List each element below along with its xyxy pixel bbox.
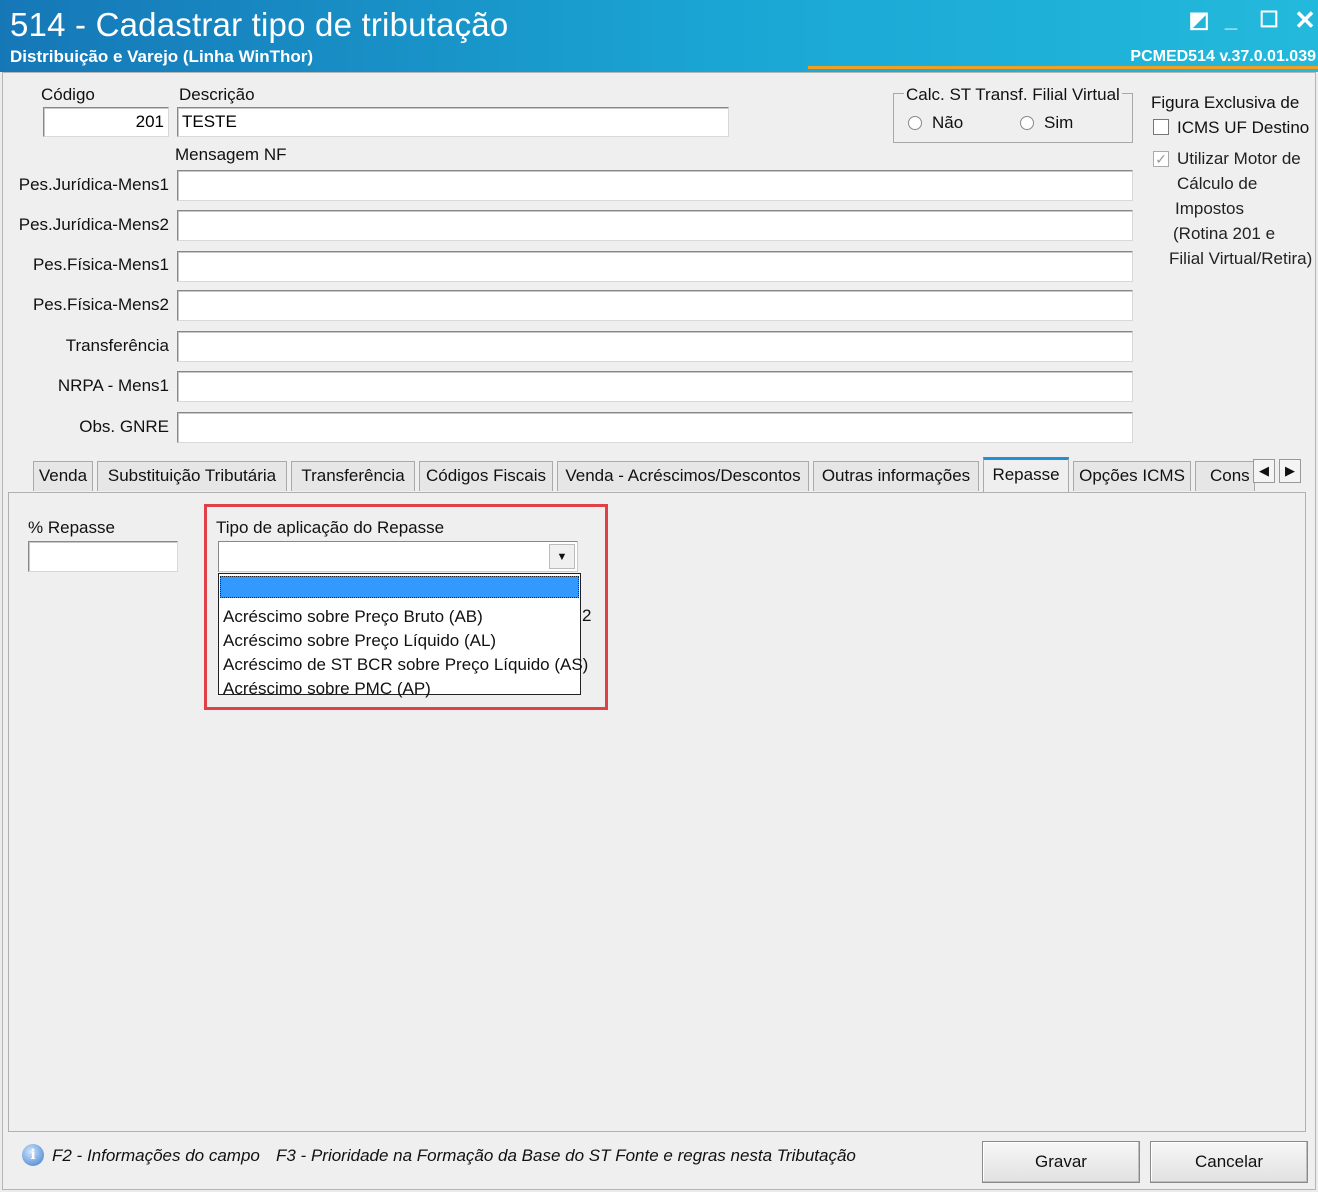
radio-nao[interactable]: [908, 116, 922, 130]
tab-outras-informacoes[interactable]: Outras informações: [813, 461, 979, 491]
motor-line-4: (Rotina 201 e: [1173, 224, 1276, 243]
dropdown-option-ab[interactable]: Acréscimo sobre Preço Bruto (AB): [219, 605, 580, 629]
minimize-icon[interactable]: _: [1216, 6, 1246, 34]
maximize-icon[interactable]: ☐: [1254, 6, 1284, 34]
motor-line-5: Filial Virtual/Retira): [1169, 249, 1313, 268]
pj-mens1-input[interactable]: [177, 170, 1133, 201]
msg-label-4: Pes.Física-Mens2: [32, 295, 169, 314]
figura-title: Figura Exclusiva de: [1151, 93, 1300, 112]
tipo-repasse-select[interactable]: ▼: [218, 541, 578, 572]
window-title: 514 - Cadastrar tipo de tributação: [10, 6, 509, 43]
info-icon: i: [22, 1144, 44, 1166]
msg-label-7: Obs. GNRE: [79, 417, 169, 436]
dropdown-option-as[interactable]: Acréscimo de ST BCR sobre Preço Líquido …: [219, 653, 588, 677]
accent-line: [808, 66, 1318, 69]
nrpa-mens1-input[interactable]: [177, 371, 1133, 402]
transferencia-input[interactable]: [177, 331, 1133, 362]
msg-label-6: NRPA - Mens1: [57, 376, 169, 395]
tipo-repasse-label: Tipo de aplicação do Repasse: [216, 518, 445, 537]
calc-st-legend: Calc. ST Transf. Filial Virtual: [904, 85, 1122, 105]
icms-uf-destino-checkbox[interactable]: [1153, 119, 1169, 135]
msg-label-5: Transferência: [65, 336, 169, 355]
obs-gnre-input[interactable]: [177, 412, 1133, 443]
motor-line-3: Impostos: [1175, 199, 1244, 218]
tab-scroll-right-icon[interactable]: ▶: [1279, 459, 1301, 483]
pct-repasse-label: % Repasse: [28, 518, 115, 537]
motor-line-2: Cálculo de: [1177, 174, 1258, 193]
msg-label-1: Pes.Jurídica-Mens1: [18, 175, 169, 194]
msg-label-2: Pes.Jurídica-Mens2: [18, 215, 169, 234]
pf-mens2-input[interactable]: [177, 290, 1133, 321]
tipo-repasse-dropdown: Acréscimo sobre Preço Bruto (AB) Acrésci…: [218, 573, 588, 698]
dropdown-option-ap[interactable]: Acréscimo sobre PMC (AP): [219, 677, 580, 701]
f3-hint[interactable]: F3 - Prioridade na Formação da Base do S…: [276, 1146, 856, 1166]
codigo-label: Código: [41, 85, 95, 104]
tab-transferencia[interactable]: Transferência: [291, 461, 415, 491]
chevron-down-icon[interactable]: ▼: [549, 544, 575, 569]
calc-st-group: Calc. ST Transf. Filial Virtual Não Sim: [893, 85, 1133, 143]
motor-calculo-checkbox[interactable]: ✓: [1153, 151, 1169, 167]
radio-sim[interactable]: [1020, 116, 1034, 130]
version-label: PCMED514 v.37.0.01.039: [1130, 48, 1316, 65]
tab-cons[interactable]: Cons: [1195, 461, 1255, 491]
tab-opcoes-icms[interactable]: Opções ICMS: [1073, 461, 1191, 491]
radio-nao-label: Não: [932, 113, 964, 132]
msg-label-3: Pes.Física-Mens1: [32, 255, 169, 274]
window-subtitle: Distribuição e Varejo (Linha WinThor): [10, 47, 314, 66]
edit-icon[interactable]: ◩: [1184, 6, 1214, 34]
mensagem-nf-label: Mensagem NF: [175, 145, 287, 164]
pj-mens2-input[interactable]: [177, 210, 1133, 241]
tab-substituicao-tributaria[interactable]: Substituição Tributária: [97, 461, 287, 491]
motor-line-1: Utilizar Motor de: [1177, 149, 1301, 168]
pct-repasse-input[interactable]: [28, 541, 178, 572]
cancelar-button[interactable]: Cancelar: [1150, 1141, 1308, 1183]
f2-hint: F2 - Informações do campo: [52, 1146, 260, 1165]
tab-repasse[interactable]: Repasse: [983, 457, 1069, 492]
obscured-fragment: 2: [582, 606, 592, 625]
descricao-label: Descrição: [179, 85, 255, 104]
codigo-input[interactable]: [43, 107, 169, 137]
tab-venda[interactable]: Venda: [33, 461, 93, 491]
gravar-button[interactable]: Gravar: [982, 1141, 1140, 1183]
tab-strip: Venda Substituição Tributária Transferên…: [3, 455, 1317, 492]
descricao-input[interactable]: [177, 107, 729, 137]
radio-sim-label: Sim: [1044, 113, 1074, 132]
tab-codigos-fiscais[interactable]: Códigos Fiscais: [419, 461, 553, 491]
dropdown-option-al[interactable]: Acréscimo sobre Preço Líquido (AL): [219, 629, 580, 653]
tab-venda-acrescimos-descontos[interactable]: Venda - Acréscimos/Descontos: [557, 461, 809, 491]
pf-mens1-input[interactable]: [177, 251, 1133, 282]
title-bar: 514 - Cadastrar tipo de tributação Distr…: [0, 0, 1318, 72]
tab-scroll-left-icon[interactable]: ◀: [1253, 459, 1275, 483]
dropdown-option-blank[interactable]: [220, 576, 579, 598]
repasse-panel: [8, 492, 1306, 1132]
close-icon[interactable]: ✕: [1290, 6, 1318, 34]
icms-uf-destino-label: ICMS UF Destino: [1177, 118, 1310, 137]
